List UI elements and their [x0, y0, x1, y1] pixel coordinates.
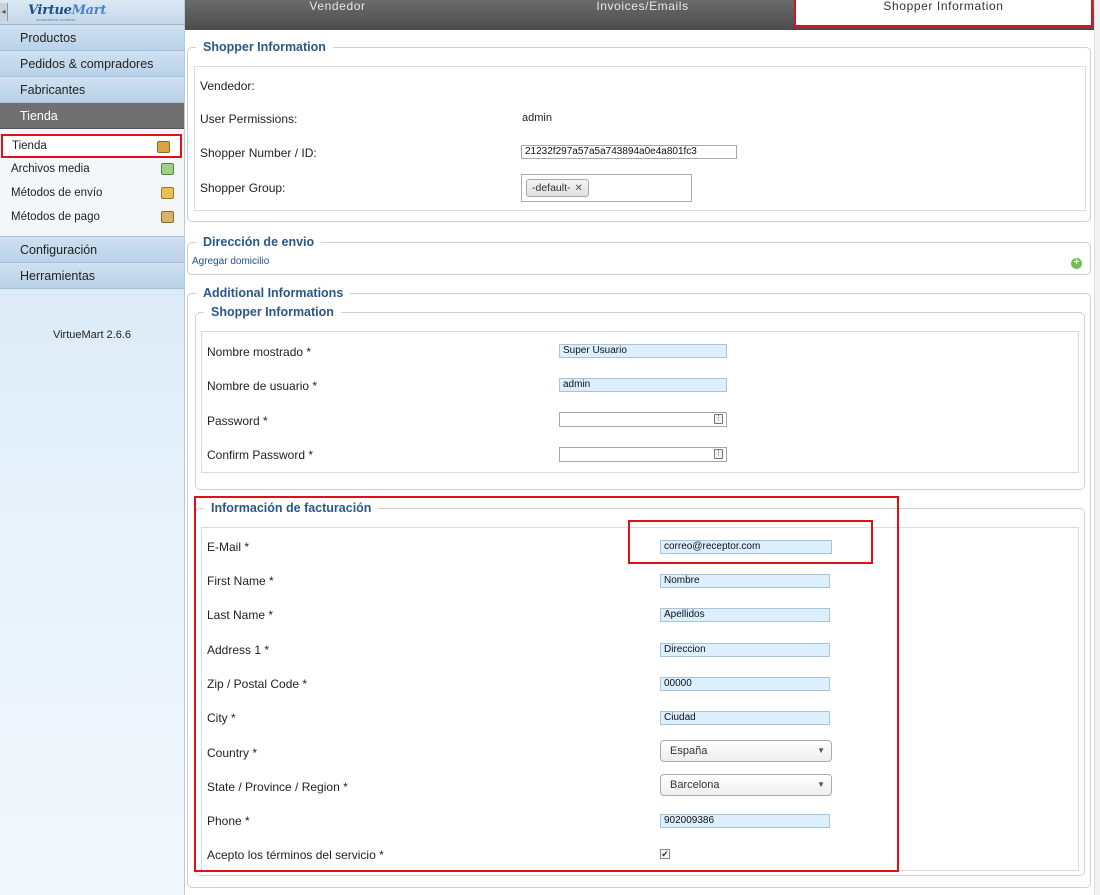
fieldset-legend: Shopper Information — [196, 39, 333, 55]
remove-chip-icon[interactable]: ✕ — [575, 183, 583, 194]
fieldset-legend: Additional Informations — [196, 285, 351, 301]
username-label: Nombre de usuario * — [207, 379, 318, 393]
tab-shopper-information[interactable]: Shopper Information — [794, 0, 1093, 27]
password-label: Password * — [207, 414, 268, 428]
user-permissions-label: User Permissions: — [200, 112, 298, 126]
sidebar-item-tienda[interactable]: Tienda — [0, 103, 184, 129]
sidebar-item-herramientas[interactable]: Herramientas — [0, 263, 184, 289]
sidebar-item-productos[interactable]: Productos — [0, 25, 184, 51]
tab-vendedor[interactable]: Vendedor — [185, 0, 490, 30]
submenu-item-tienda[interactable]: Tienda — [1, 134, 182, 158]
highlight-email-field — [628, 520, 873, 564]
user-permissions-value: admin — [522, 112, 552, 124]
tab-invoices-emails[interactable]: Invoices/Emails — [490, 0, 795, 30]
shopper-id-label: Shopper Number / ID: — [200, 146, 317, 160]
fieldset-legend: Shopper Information — [204, 304, 341, 320]
submenu-item-archivos-media[interactable]: Archivos media — [0, 158, 184, 182]
add-address-icon[interactable]: + — [1071, 258, 1082, 269]
tienda-submenu: Tienda Archivos media Métodos de envío M… — [0, 129, 184, 237]
shopper-information-table: Vendedor: User Permissions: admin Shoppe… — [194, 66, 1086, 211]
submenu-item-label: Archivos media — [11, 163, 90, 175]
shopper-group-select[interactable]: -default- ✕ — [521, 174, 692, 202]
fieldset-legend: Dirección de envio — [196, 234, 322, 250]
submenu-item-label: Métodos de pago — [11, 211, 100, 223]
username-field[interactable]: admin — [559, 378, 727, 392]
confirm-password-field[interactable]: ⋮ — [559, 447, 727, 462]
virtuemart-logo[interactable]: VirtueMart — [28, 3, 106, 18]
sidebar-item-pedidos[interactable]: Pedidos & compradores — [0, 51, 184, 77]
sidebar-item-fabricantes[interactable]: Fabricantes — [0, 77, 184, 103]
submenu-item-label: Tienda — [12, 140, 47, 152]
logo-bar: ◂ VirtueMart ecommerce solution — [0, 0, 184, 25]
vendor-label: Vendedor: — [200, 79, 255, 93]
shopper-group-chip: -default- ✕ — [526, 179, 589, 197]
submenu-item-metodos-pago[interactable]: Métodos de pago — [0, 206, 184, 230]
add-address-link[interactable]: Agregar domicilio — [192, 256, 269, 267]
shopper-information-fieldset: Shopper Information Vendedor: User Permi… — [187, 39, 1091, 222]
submenu-item-metodos-envio[interactable]: Métodos de envío — [0, 182, 184, 206]
submenu-item-label: Métodos de envío — [11, 187, 103, 199]
tab-bar: Vendedor Invoices/Emails Shopper Informa… — [185, 0, 1100, 30]
payment-icon — [161, 211, 174, 223]
sidebar: ◂ VirtueMart ecommerce solution Producto… — [0, 0, 185, 895]
truck-icon — [161, 187, 174, 199]
display-name-field[interactable]: Super Usuario — [559, 344, 727, 358]
version-label: VirtueMart 2.6.6 — [52, 329, 132, 341]
sidebar-item-configuracion[interactable]: Configuración — [0, 237, 184, 263]
collapse-sidebar-icon[interactable]: ◂ — [0, 3, 8, 21]
shipping-address-fieldset: Dirección de envio Agregar domicilio + — [187, 234, 1091, 275]
scrollbar[interactable] — [1094, 0, 1100, 895]
account-information-fieldset: Shopper Information Nombre mostrado * Su… — [195, 304, 1085, 490]
account-information-table: Nombre mostrado * Super Usuario Nombre d… — [201, 331, 1079, 473]
media-icon — [161, 163, 174, 175]
display-name-label: Nombre mostrado * — [207, 345, 312, 359]
shopper-id-field[interactable]: 21232f297a57a5a743894a0e4a801fc3 — [521, 145, 737, 159]
password-field[interactable]: ⋮ — [559, 412, 727, 427]
confirm-password-label: Confirm Password * — [207, 448, 314, 462]
store-icon — [157, 141, 170, 153]
logo-tagline: ecommerce solution — [36, 17, 76, 22]
shopper-group-label: Shopper Group: — [200, 181, 286, 195]
password-key-icon: ⋮ — [714, 449, 723, 459]
password-key-icon: ⋮ — [714, 414, 723, 424]
